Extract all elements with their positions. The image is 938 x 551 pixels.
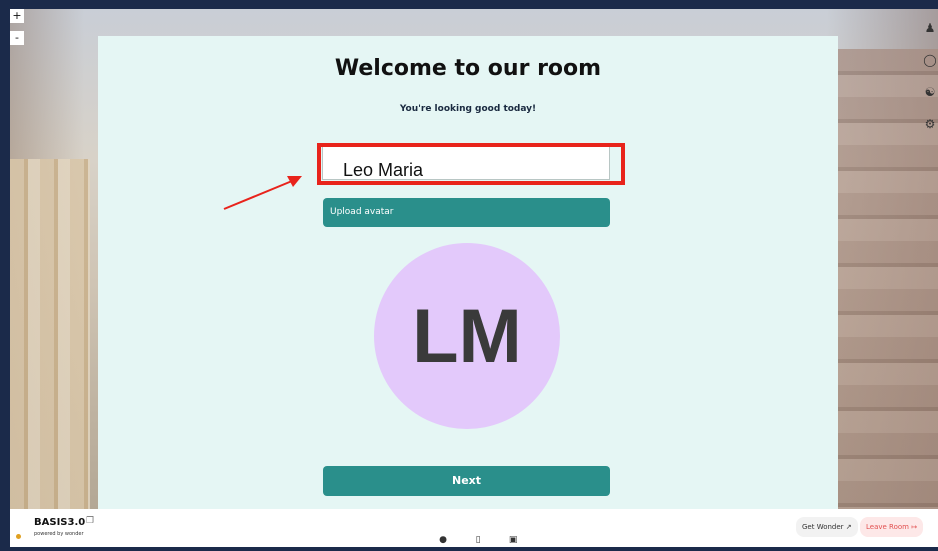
get-wonder-label: Get Wonder [802,523,844,531]
room-name: BASIS3.0 [34,517,86,528]
next-button[interactable]: Next [323,466,610,496]
camera-icon[interactable]: ▯ [471,535,485,545]
copy-icon[interactable]: ❐ [86,516,94,526]
dialog-title: Welcome to our room [334,56,602,81]
avatar: LM [374,243,560,429]
mic-icon[interactable]: ● [436,535,450,545]
get-wonder-button[interactable]: Get Wonder ↗ [796,517,858,537]
upload-avatar-button[interactable]: Upload avatar [323,198,610,227]
background-building-left [10,159,90,509]
leave-room-button[interactable]: Leave Room ↦ [860,517,924,537]
sitemap-icon[interactable]: ☯ [922,85,938,117]
external-link-icon: ↗ [845,523,852,531]
bottom-bar: BASIS3.0 ❐ powered by wonder ● ▯ ▣ Get W… [10,509,938,547]
powered-by-label: powered by wonder [34,531,84,537]
app-frame: + - ♟ ◯ ☯ ⚙ Welcome to our room You're l… [10,9,938,547]
welcome-dialog: Welcome to our room You're looking good … [98,36,838,528]
right-toolbar: ♟ ◯ ☯ ⚙ [922,21,938,149]
zoom-out-button[interactable]: - [10,31,24,45]
people-icon[interactable]: ♟ [922,21,938,53]
media-controls: ● ▯ ▣ [436,527,536,546]
gear-icon[interactable]: ⚙ [922,117,938,149]
name-input[interactable] [322,146,610,180]
search-icon[interactable]: ◯ [922,53,938,85]
screen-share-icon[interactable]: ▣ [506,535,520,545]
exit-icon: ↦ [911,523,918,531]
zoom-in-button[interactable]: + [10,9,24,23]
status-dot [16,534,21,539]
dialog-subtitle: You're looking good today! [399,104,537,114]
leave-room-label: Leave Room [866,523,909,531]
